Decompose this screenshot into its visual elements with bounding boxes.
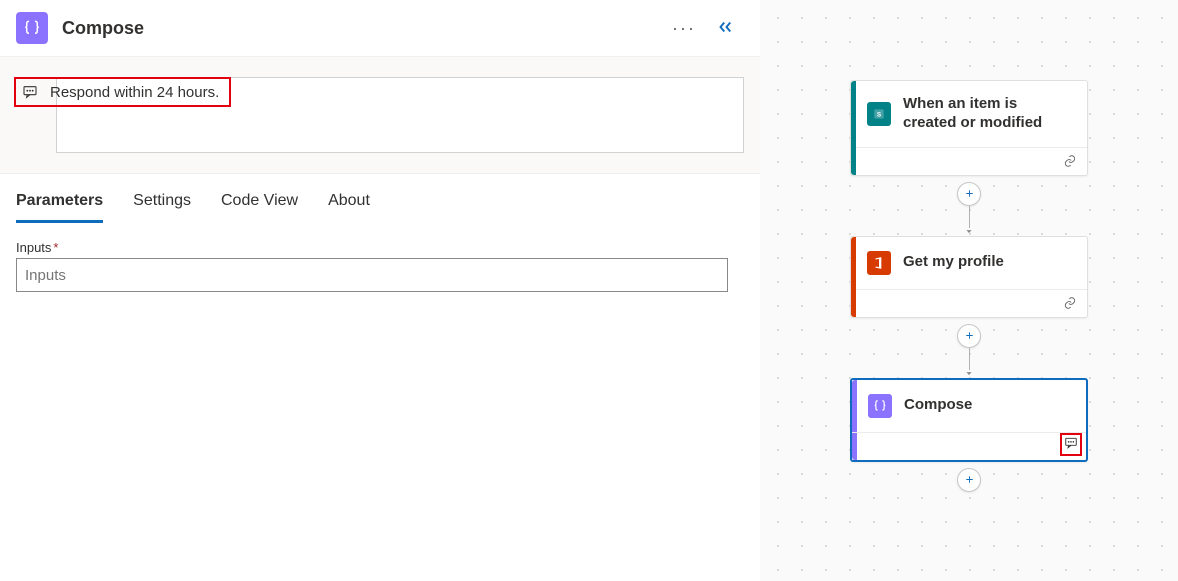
card-title: Compose [904, 396, 972, 415]
panel-title: Compose [62, 18, 144, 39]
link-icon [1063, 296, 1077, 310]
card-title: Get my profile [903, 253, 1004, 272]
parameters-section: Inputs* [0, 222, 760, 310]
svg-text:S: S [877, 111, 882, 118]
arrow-down-icon [964, 228, 974, 236]
inputs-field[interactable] [16, 258, 728, 292]
card-compose[interactable]: Compose [850, 378, 1088, 462]
sharepoint-icon: S [867, 102, 891, 126]
note-area: Respond within 24 hours. [0, 56, 760, 174]
card-title: When an item is created or modified [903, 95, 1073, 133]
card-trigger[interactable]: S When an item is created or modified [850, 80, 1088, 176]
add-step-button[interactable] [957, 324, 981, 348]
inputs-label: Inputs* [16, 240, 744, 255]
connector [957, 318, 981, 378]
panel-header: Compose ··· [0, 0, 760, 56]
connector [957, 462, 981, 492]
note-text: Respond within 24 hours. [50, 84, 219, 101]
tab-settings[interactable]: Settings [133, 192, 191, 222]
comment-icon [22, 84, 38, 100]
arrow-down-icon [964, 370, 974, 378]
comment-icon [1064, 436, 1078, 450]
note-highlight: Respond within 24 hours. [14, 77, 231, 107]
office-icon [867, 251, 891, 275]
connector [957, 176, 981, 236]
flow-canvas[interactable]: S When an item is created or modified Ge… [760, 0, 1178, 581]
braces-icon [16, 12, 48, 44]
braces-icon [868, 394, 892, 418]
tab-parameters[interactable]: Parameters [16, 192, 103, 223]
flow-column: S When an item is created or modified Ge… [850, 80, 1088, 492]
tabs: Parameters Settings Code View About [0, 174, 760, 222]
collapse-panel-button[interactable] [706, 18, 744, 39]
link-icon [1063, 154, 1077, 168]
tab-code-view[interactable]: Code View [221, 192, 298, 222]
note-indicator-highlight [1060, 433, 1082, 456]
add-step-button[interactable] [957, 182, 981, 206]
tab-about[interactable]: About [328, 192, 370, 222]
details-panel: Compose ··· Respond within 24 hours. Par… [0, 0, 760, 581]
more-menu-button[interactable]: ··· [662, 18, 706, 39]
add-step-button[interactable] [957, 468, 981, 492]
card-get-profile[interactable]: Get my profile [850, 236, 1088, 318]
